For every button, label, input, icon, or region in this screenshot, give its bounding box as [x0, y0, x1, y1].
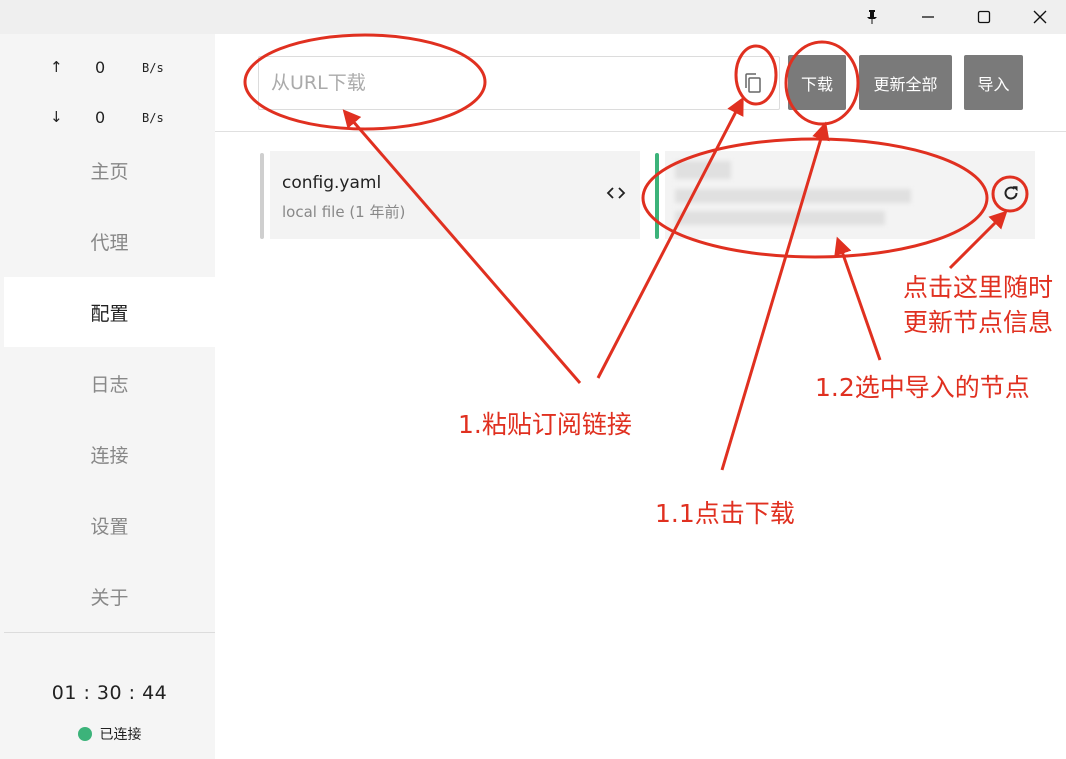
minimize-icon [922, 16, 934, 18]
update-all-button[interactable]: 更新全部 [859, 55, 952, 110]
nav-profiles[interactable]: 配置 [4, 277, 215, 347]
annotation-download: 1.1点击下载 [655, 499, 795, 528]
download-arrow-icon: ↓ [50, 108, 63, 126]
redacted-source [675, 189, 911, 203]
annotation-paste: 1.粘贴订阅链接 [458, 410, 632, 439]
status-label: 已连接 [99, 727, 142, 743]
status-dot-icon [77, 727, 92, 741]
profile-indicator [260, 153, 264, 239]
maximize-button[interactable] [956, 0, 1012, 34]
uptime-timer: 01 : 30 : 44 [51, 682, 168, 704]
redacted-name [675, 161, 731, 179]
maximize-icon [977, 10, 991, 24]
minimize-button[interactable] [900, 0, 956, 34]
url-input[interactable] [271, 57, 721, 109]
sidebar: ↑ 0 B/s ↓ 0 B/s 主页 代理 配置 日志 连接 设置 关于 01 … [0, 34, 215, 759]
close-icon [1033, 10, 1047, 24]
annotation-refresh-line2: 更新节点信息 [903, 308, 1054, 337]
redacted-detail [675, 211, 885, 225]
annotation-select: 1.2选中导入的节点 [815, 373, 1030, 402]
profile-source: local file (1 年前) [282, 203, 406, 221]
connection-status: 已连接 [4, 724, 215, 744]
import-button[interactable]: 导入 [964, 55, 1023, 110]
nav-logs[interactable]: 日志 [4, 348, 215, 418]
download-speed: ↓ 0 B/s [0, 96, 215, 136]
profile-selected-indicator [655, 153, 659, 239]
nav-connections[interactable]: 连接 [4, 419, 215, 489]
code-icon[interactable] [604, 181, 628, 205]
close-button[interactable] [1012, 0, 1066, 34]
arrow-to-paste-icon [596, 96, 744, 379]
annotation-refresh-line1: 点击这里随时 [903, 273, 1054, 302]
arrow-to-selected-profile [834, 236, 882, 361]
upload-speed: ↑ 0 B/s [0, 46, 215, 86]
profile-name: config.yaml [282, 173, 382, 193]
download-speed-unit: B/s [142, 111, 164, 125]
upload-arrow-icon: ↑ [50, 58, 63, 76]
download-speed-value: 0 [95, 108, 106, 127]
download-button[interactable]: 下载 [788, 55, 846, 110]
pin-button[interactable] [844, 0, 900, 34]
nav-home[interactable]: 主页 [4, 135, 215, 205]
profile-card[interactable]: config.yaml local file (1 年前) [270, 151, 640, 239]
toolbar-divider [215, 131, 1066, 132]
refresh-icon[interactable] [1001, 183, 1021, 203]
url-field [258, 56, 780, 110]
profile-card-selected[interactable] [665, 151, 1035, 239]
copy-icon[interactable] [741, 71, 765, 95]
nav-proxy[interactable]: 代理 [4, 206, 215, 276]
pin-icon [867, 10, 877, 24]
upload-speed-unit: B/s [142, 61, 164, 75]
sidebar-divider [4, 632, 215, 633]
nav-about[interactable]: 关于 [4, 561, 215, 631]
nav-settings[interactable]: 设置 [4, 490, 215, 560]
upload-speed-value: 0 [95, 58, 106, 77]
title-bar [0, 0, 1066, 34]
